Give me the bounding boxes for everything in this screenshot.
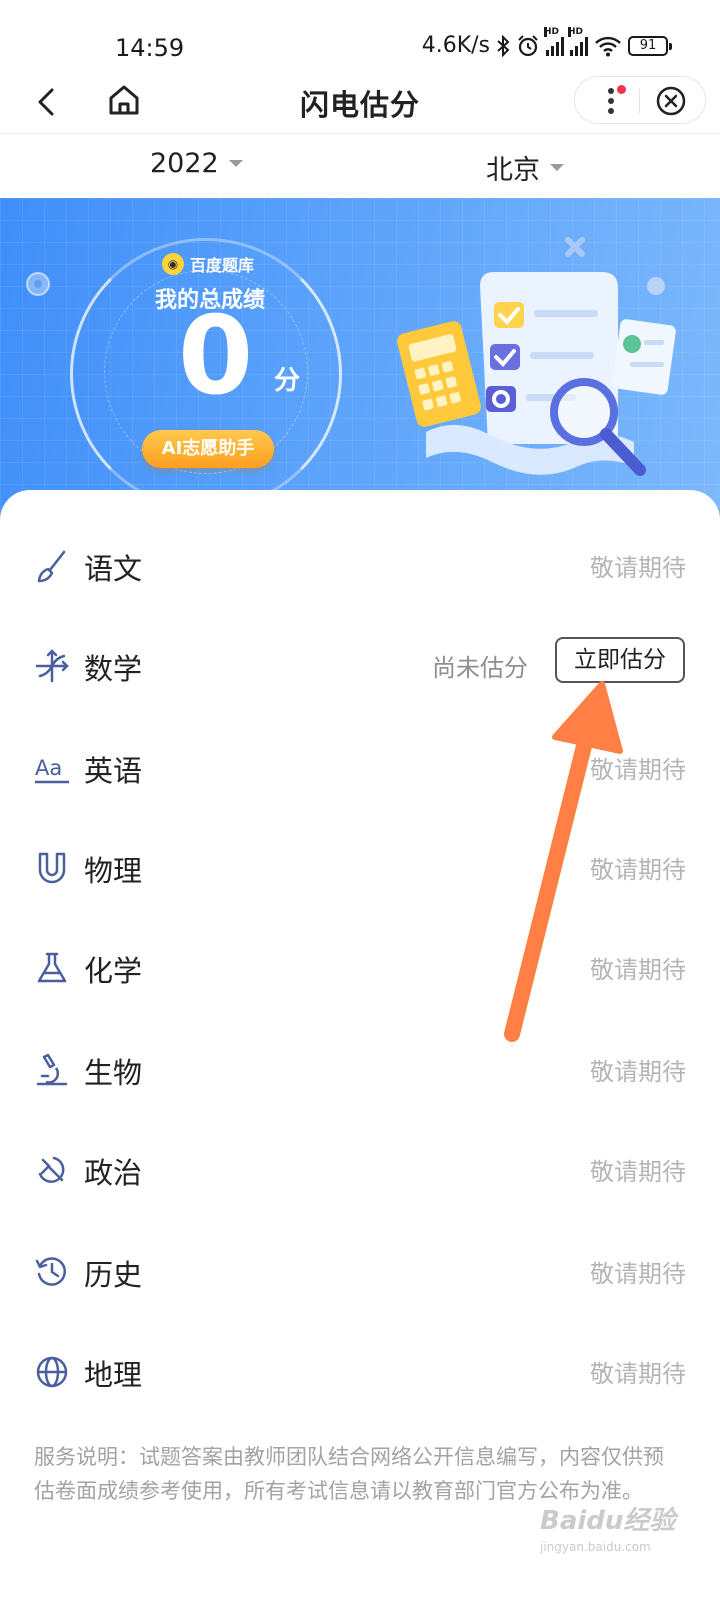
region-selector[interactable]: 北京 <box>486 148 564 187</box>
year-selector[interactable]: 2022 <box>150 148 243 179</box>
subject-status: 尚未估分 <box>432 654 528 682</box>
wifi-icon <box>595 36 621 56</box>
magnet-icon <box>38 852 66 884</box>
flask-icon <box>37 952 67 983</box>
bluetooth-icon <box>497 34 510 57</box>
signal-icon: HD <box>544 26 564 56</box>
brand-name: 百度题库 <box>190 256 255 275</box>
globe-icon <box>36 1356 68 1388</box>
subject-row-physics[interactable]: 物理 敬请期待 <box>0 818 720 918</box>
year-value: 2022 <box>150 148 219 179</box>
battery-icon: 91 <box>628 35 672 56</box>
total-score-value: 0 <box>178 294 254 419</box>
region-value: 北京 <box>486 155 540 186</box>
subject-status: 敬请期待 <box>590 956 686 984</box>
history-icon <box>35 1257 67 1286</box>
subject-name: 数学 <box>84 652 143 686</box>
subject-row-math[interactable]: 数学 尚未估分 立即估分 <box>0 616 720 716</box>
alarm-icon <box>518 34 538 56</box>
status-time: 14:59 <box>115 34 185 62</box>
score-banner: ◉ 百度题库 我的总成绩 0 分 AI志愿助手 <box>0 198 720 528</box>
subject-name: 物理 <box>84 854 143 888</box>
subject-row-english[interactable]: Aa 英语 敬请期待 <box>0 718 720 818</box>
microscope-icon <box>36 1053 68 1086</box>
nav-bar: 闪电估分 <box>0 68 720 134</box>
service-notice: 服务说明：试题答案由教师团队结合网络公开信息编写，内容仅供预估卷面成绩参考使用，… <box>34 1445 664 1503</box>
subject-row-chemistry[interactable]: 化学 敬请期待 <box>0 918 720 1018</box>
subject-name: 语文 <box>84 552 143 586</box>
subject-name: 地理 <box>84 1358 143 1392</box>
close-icon[interactable] <box>655 85 687 117</box>
status-icons: 4.6K/s HD HD 91 <box>421 26 672 58</box>
subject-name: 英语 <box>84 754 143 788</box>
signal-icon: HD <box>568 26 588 56</box>
notification-dot <box>617 85 626 94</box>
svg-text:Aa: Aa <box>35 756 62 780</box>
estimate-now-button[interactable]: 立即估分 <box>555 637 685 683</box>
subject-row-biology[interactable]: 生物 敬请期待 <box>0 1020 720 1120</box>
chevron-down-icon <box>550 164 564 171</box>
subject-status: 敬请期待 <box>590 1058 686 1086</box>
watermark: Baidu经验 jingyan.baidu.com <box>540 1500 710 1560</box>
score-unit: 分 <box>274 366 301 396</box>
subject-status: 敬请期待 <box>590 1158 686 1186</box>
subject-name: 生物 <box>84 1056 143 1090</box>
subject-row-chinese[interactable]: 语文 敬请期待 <box>0 516 720 616</box>
watermark-text: Baidu经验 <box>540 1506 676 1536</box>
network-speed: 4.6K/s <box>421 33 490 58</box>
baidu-tiku-logo-icon: ◉ <box>162 253 184 275</box>
subject-status: 敬请期待 <box>590 856 686 884</box>
axes-icon <box>35 649 69 683</box>
subject-status: 敬请期待 <box>590 554 686 582</box>
subject-name: 化学 <box>84 954 143 988</box>
brand: ◉ 百度题库 <box>162 252 254 276</box>
aa-icon: Aa <box>35 756 69 784</box>
watermark-url: jingyan.baidu.com <box>540 1540 651 1554</box>
filter-row: 2022 北京 <box>0 134 720 198</box>
subject-row-geography[interactable]: 地理 敬请期待 <box>0 1322 720 1422</box>
ai-volunteer-assistant-button[interactable]: AI志愿助手 <box>142 430 274 468</box>
subject-name: 政治 <box>84 1156 143 1190</box>
exam-paper-illustration-icon <box>397 237 676 476</box>
chevron-down-icon <box>228 160 243 167</box>
subject-status: 敬请期待 <box>590 1260 686 1288</box>
subject-status: 敬请期待 <box>590 756 686 784</box>
subject-name: 历史 <box>84 1258 143 1292</box>
brush-icon <box>37 550 66 583</box>
subject-row-politics[interactable]: 政治 敬请期待 <box>0 1120 720 1220</box>
subject-list: 语文 敬请期待 数学 尚未估分 立即估分 Aa 英语 敬请期待 物理 敬请期待 … <box>0 490 720 1600</box>
subject-row-history[interactable]: 历史 敬请期待 <box>0 1222 720 1322</box>
hammer-sickle-icon <box>38 1156 65 1183</box>
subject-status: 敬请期待 <box>590 1360 686 1388</box>
capsule-divider <box>639 89 640 113</box>
mini-program-capsule <box>574 76 706 124</box>
